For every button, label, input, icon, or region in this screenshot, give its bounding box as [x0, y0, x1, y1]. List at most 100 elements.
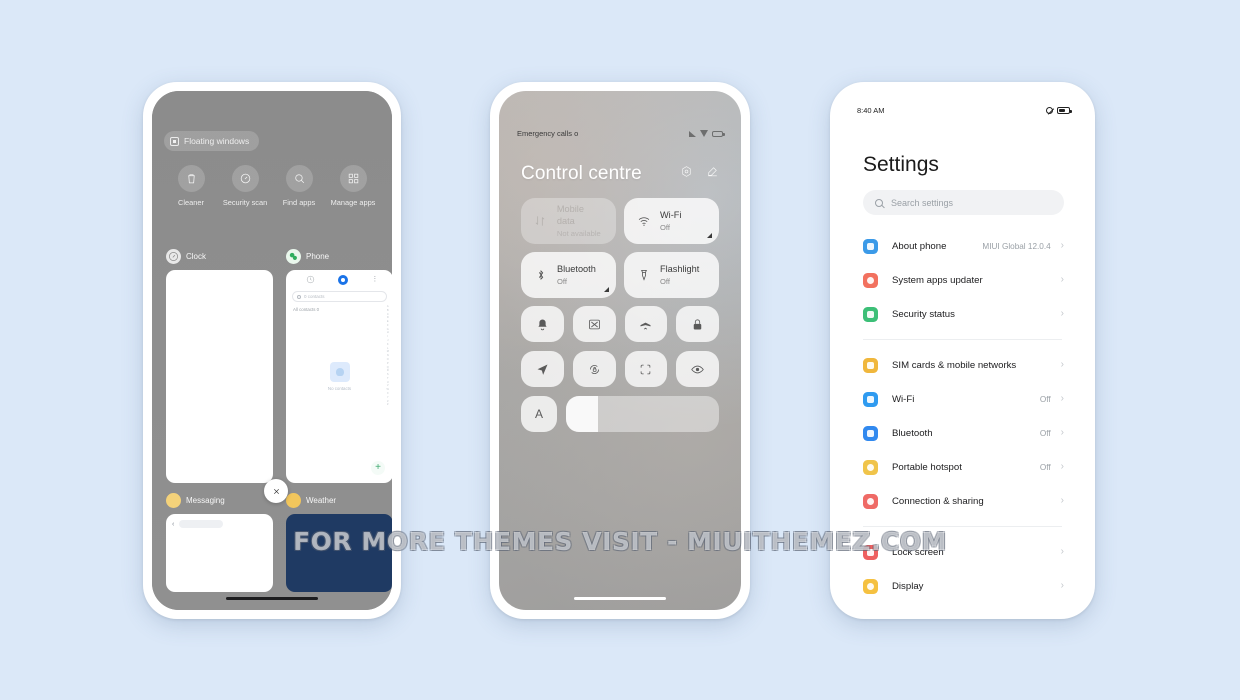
settings-row-wifi[interactable]: Wi-Fi Off ›: [839, 382, 1086, 416]
quick-action-find-apps[interactable]: Find apps: [272, 165, 326, 207]
edit-icon[interactable]: [706, 165, 719, 183]
contacts-search-placeholder: 0 contacts: [304, 294, 325, 299]
status-icons: [689, 130, 725, 137]
status-icons: [1046, 107, 1072, 114]
recent-card-weather[interactable]: Weather: [286, 493, 392, 592]
home-indicator[interactable]: [226, 597, 318, 600]
settings-row-label: Display: [892, 580, 924, 592]
mute-icon: [1046, 107, 1053, 114]
tile-title: Bluetooth: [557, 263, 596, 274]
settings-row-label: Security status: [892, 308, 955, 320]
location-toggle[interactable]: [521, 351, 564, 387]
settings-row-system-apps-updater[interactable]: System apps updater ›: [839, 263, 1086, 297]
card-header: Phone: [286, 249, 392, 264]
card-preview[interactable]: ⋮ 0 contacts All contacts 0 ABCDEFGHIJKL…: [286, 270, 392, 483]
auto-rotate-toggle[interactable]: [572, 351, 616, 387]
settings-row-sim-cards[interactable]: SIM cards & mobile networks ›: [839, 348, 1086, 382]
control-centre-screen: Emergency calls o Control centre Mobile …: [499, 91, 741, 610]
recent-card-clock[interactable]: Clock: [166, 249, 273, 483]
recent-card-messaging[interactable]: Messaging ‹: [166, 493, 273, 592]
settings-row-portable-hotspot[interactable]: Portable hotspot Off ›: [839, 450, 1086, 484]
card-preview[interactable]: ‹: [166, 514, 273, 592]
settings-list: About phone MIUI Global 12.0.4 › System …: [839, 229, 1086, 610]
contacts-tab-icon[interactable]: [337, 274, 348, 285]
quick-action-label: Security scan: [222, 198, 268, 207]
chevron-right-icon: ›: [1060, 580, 1064, 591]
lock-screen-icon: [863, 544, 878, 560]
messaging-toolbar: ‹: [166, 514, 273, 528]
alphabet-index[interactable]: A B C D E F G H I J K L M N O P Q R S T U V W X Y Z #: [387, 305, 389, 407]
screenshot-toggle[interactable]: [572, 306, 616, 342]
settings-row-about-phone[interactable]: About phone MIUI Global 12.0.4 ›: [839, 229, 1086, 263]
settings-row-label: Portable hotspot: [892, 461, 962, 473]
overflow-menu-icon[interactable]: ⋮: [371, 276, 378, 283]
location-arrow-icon: [537, 364, 548, 375]
rotation-lock-icon: [589, 364, 599, 374]
bell-icon: [538, 319, 547, 330]
trash-icon: [177, 165, 205, 192]
airplane-icon: [640, 318, 651, 329]
airplane-mode-toggle[interactable]: [624, 306, 668, 342]
settings-row-connection-sharing[interactable]: Connection & sharing ›: [839, 484, 1086, 518]
add-contact-fab[interactable]: +: [371, 461, 385, 475]
tile-state: Off: [660, 277, 670, 287]
page-title: Control centre: [521, 163, 642, 184]
search-input[interactable]: Search settings: [863, 190, 1064, 215]
back-icon[interactable]: ‹: [172, 521, 174, 528]
scanner-toggle[interactable]: [624, 351, 668, 387]
settings-row-lock-screen[interactable]: Lock screen ›: [839, 535, 1086, 569]
settings-status-bar: 8:40 AM: [857, 106, 1072, 115]
contacts-search-field[interactable]: 0 contacts: [292, 291, 387, 302]
messaging-search-pill[interactable]: [179, 520, 224, 528]
carrier-label: Emergency calls o: [517, 129, 579, 138]
settings-row-bluetooth[interactable]: Bluetooth Off ›: [839, 416, 1086, 450]
weather-icon: [286, 493, 301, 508]
chevron-right-icon: ›: [1060, 359, 1064, 370]
sim-card-icon: [863, 357, 878, 373]
lock-toggle[interactable]: [676, 306, 719, 342]
quick-action-manage-apps[interactable]: Manage apps: [326, 165, 380, 207]
settings-row-label: Lock screen: [892, 546, 944, 558]
close-all-button[interactable]: [264, 479, 288, 503]
quick-action-security-scan[interactable]: Security scan: [218, 165, 272, 207]
settings-row-display[interactable]: Display ›: [839, 569, 1086, 603]
quick-action-cleaner[interactable]: Cleaner: [164, 165, 218, 207]
brightness-slider[interactable]: [566, 396, 719, 432]
floating-window-icon: [170, 136, 179, 146]
phone-app-tabs: ⋮: [286, 270, 392, 289]
tile-expand-indicator[interactable]: [707, 233, 712, 238]
settings-row-label: SIM cards & mobile networks: [892, 359, 1017, 371]
floating-windows-chip[interactable]: Floating windows: [164, 131, 260, 151]
wifi-icon: [863, 391, 878, 407]
floating-windows-label: Floating windows: [184, 136, 250, 146]
search-app-icon: [285, 165, 313, 192]
shield-scan-icon: [231, 165, 259, 192]
settings-row-label: Bluetooth: [892, 427, 933, 439]
tile-bluetooth[interactable]: Bluetooth Off: [521, 252, 616, 298]
header-actions: [680, 165, 719, 183]
recents-tab-icon[interactable]: [306, 271, 315, 289]
brightness-row: A: [521, 396, 719, 432]
settings-divider: [863, 339, 1062, 340]
auto-brightness-icon[interactable]: A: [521, 396, 557, 432]
tile-wifi[interactable]: Wi-Fi Off: [624, 198, 719, 244]
settings-divider: [863, 526, 1062, 527]
tile-expand-indicator[interactable]: [604, 287, 609, 292]
mobile-data-icon: [533, 214, 548, 229]
recent-card-phone[interactable]: Phone ⋮ 0 contacts All contacts 0 ABCDEF…: [286, 249, 392, 483]
card-preview[interactable]: [166, 270, 273, 483]
settings-row-label: System apps updater: [892, 274, 983, 286]
settings-row-security-status[interactable]: Security status ›: [839, 297, 1086, 331]
tile-mobile-data[interactable]: Mobile data Not available: [521, 198, 616, 244]
search-icon: [297, 294, 301, 299]
card-header: Messaging: [166, 493, 273, 508]
home-indicator[interactable]: [574, 597, 666, 600]
reading-mode-toggle[interactable]: [676, 351, 719, 387]
card-app-name: Messaging: [186, 496, 225, 505]
quick-action-label: Cleaner: [178, 198, 204, 207]
contacts-empty-text: No contacts: [327, 386, 352, 391]
card-preview[interactable]: [286, 514, 392, 592]
silent-mode-toggle[interactable]: [521, 306, 564, 342]
tile-flashlight[interactable]: Flashlight Off: [624, 252, 719, 298]
settings-gear-icon[interactable]: [680, 165, 693, 183]
